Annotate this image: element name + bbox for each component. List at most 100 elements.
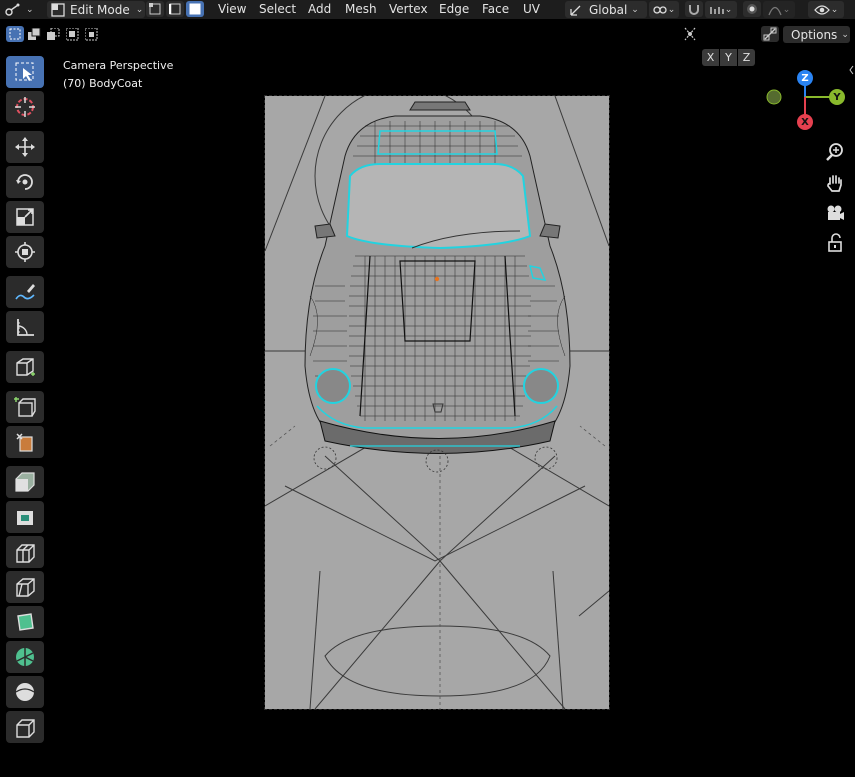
select-extend-icon	[27, 27, 40, 40]
magnet-icon	[689, 5, 699, 15]
chevron-down-icon: ⌄	[667, 4, 676, 15]
vertex-select-button[interactable]	[146, 1, 164, 17]
menu-view[interactable]: View	[211, 0, 253, 19]
mode-dropdown[interactable]: Edit Mode ⌄	[47, 1, 145, 18]
auto-merge-icon	[763, 27, 777, 41]
tool-smooth[interactable]	[6, 676, 44, 708]
mirror-z-toggle[interactable]: Z	[738, 49, 755, 66]
spin-icon	[16, 648, 34, 666]
camera-icon	[827, 205, 844, 220]
mirror-y-toggle[interactable]: Y	[720, 49, 737, 66]
menu-vertex[interactable]: Vertex	[382, 0, 435, 19]
move-icon	[15, 137, 35, 157]
orientation-dropdown[interactable]: Global ⌄	[565, 1, 647, 18]
tool-extrude-region[interactable]	[6, 391, 44, 423]
chevron-down-icon: ⌄	[841, 29, 849, 40]
gizmo-y-axis[interactable]: Y	[829, 89, 845, 105]
tool-poly-build[interactable]	[6, 606, 44, 638]
scale-icon	[16, 208, 34, 226]
object-label: (70) BodyCoat	[63, 77, 143, 90]
hand-icon	[827, 175, 842, 192]
camera-view-button[interactable]	[821, 199, 849, 227]
select-new-button[interactable]	[6, 26, 24, 42]
face-select-button[interactable]	[186, 1, 204, 17]
tool-extrude-manifold[interactable]	[6, 426, 44, 458]
edge-select-button[interactable]	[166, 1, 184, 17]
zoom-button[interactable]	[821, 138, 849, 166]
zoom-icon	[826, 143, 843, 161]
face-select-icon	[189, 3, 201, 15]
select-invert-icon	[65, 27, 78, 40]
mirror-x-toggle[interactable]: X	[702, 49, 719, 66]
tool-move[interactable]	[6, 131, 44, 163]
visibility-dropdown[interactable]: ⌄	[808, 1, 844, 18]
snap-target-dropdown[interactable]: ⌄	[705, 1, 737, 18]
tool-annotate[interactable]	[6, 276, 44, 308]
camera-frame[interactable]	[264, 95, 610, 710]
tool-spin[interactable]	[6, 641, 44, 673]
tool-bevel[interactable]	[6, 501, 44, 533]
tool-scale[interactable]	[6, 201, 44, 233]
orientation-label: Global	[589, 2, 628, 17]
menu-face[interactable]: Face	[475, 0, 516, 19]
chevron-down-icon: ⌄	[26, 4, 34, 15]
snap-increment-icon	[710, 6, 724, 14]
tool-cursor[interactable]	[6, 91, 44, 123]
select-invert-button[interactable]	[63, 26, 81, 42]
menu-uv[interactable]: UV	[516, 0, 547, 19]
3d-viewport-icon	[5, 3, 20, 16]
tool-knife[interactable]	[6, 571, 44, 603]
select-new-icon	[9, 28, 21, 40]
bevel-icon	[17, 511, 33, 525]
lock-view-button[interactable]	[821, 229, 849, 257]
pivot-point-dropdown[interactable]: ⌄	[649, 1, 679, 18]
tool-rotate[interactable]	[6, 166, 44, 198]
chevron-down-icon: ⌄	[631, 4, 639, 15]
knife-icon	[16, 578, 35, 597]
snap-toggle[interactable]	[685, 1, 703, 17]
edge-select-icon	[169, 3, 181, 15]
proportional-editing-toggle[interactable]	[743, 1, 761, 17]
rotate-icon	[16, 174, 33, 190]
car-mesh-wireframe[interactable]	[265, 96, 609, 709]
extrude-manifold-icon	[16, 433, 33, 452]
viewport-info: Camera Perspective (70) BodyCoat	[63, 57, 173, 93]
tool-transform[interactable]	[6, 236, 44, 268]
select-subtract-icon	[46, 27, 59, 40]
tool-select-box[interactable]	[6, 56, 44, 88]
auto-merge-button[interactable]	[761, 26, 779, 42]
mirror-options-button[interactable]	[681, 26, 699, 42]
select-intersect-icon	[84, 27, 97, 40]
menu-edge[interactable]: Edge	[432, 0, 476, 19]
proportional-editing-icon	[747, 4, 757, 14]
tool-measure[interactable]	[6, 311, 44, 343]
unlock-icon	[828, 233, 842, 252]
header-bar: ⌄ Edit Mode ⌄ View Select Add Mesh Verte…	[0, 0, 855, 19]
poly-build-icon	[17, 613, 34, 631]
options-dropdown[interactable]: Options ⌄	[783, 26, 850, 43]
add-cube-icon	[16, 358, 35, 376]
tool-edge-slide[interactable]	[6, 711, 44, 743]
tool-add-cube[interactable]	[6, 351, 44, 383]
eye-icon	[813, 4, 830, 15]
annotate-icon	[15, 284, 35, 300]
gizmo-z-axis[interactable]: Z	[797, 70, 813, 86]
tool-loop-cut[interactable]	[6, 536, 44, 568]
chevron-down-icon: ⌄	[782, 4, 791, 15]
inset-faces-icon	[15, 472, 35, 492]
menu-mesh[interactable]: Mesh	[338, 0, 384, 19]
gizmo-x-axis[interactable]: X	[797, 114, 813, 130]
select-subtract-button[interactable]	[44, 26, 62, 42]
select-extend-button[interactable]	[25, 26, 43, 42]
menu-select[interactable]: Select	[252, 0, 303, 19]
smooth-icon	[15, 683, 35, 701]
menu-add[interactable]: Add	[301, 0, 338, 19]
chevron-down-icon: ⌄	[724, 4, 733, 15]
editor-type-button[interactable]: ⌄	[4, 0, 40, 19]
tool-inset-faces[interactable]	[6, 466, 44, 498]
falloff-curve-icon	[768, 6, 782, 15]
falloff-dropdown[interactable]: ⌄	[763, 1, 795, 18]
cursor-icon	[15, 97, 35, 117]
select-intersect-button[interactable]	[82, 26, 100, 42]
pan-button[interactable]	[821, 169, 849, 197]
